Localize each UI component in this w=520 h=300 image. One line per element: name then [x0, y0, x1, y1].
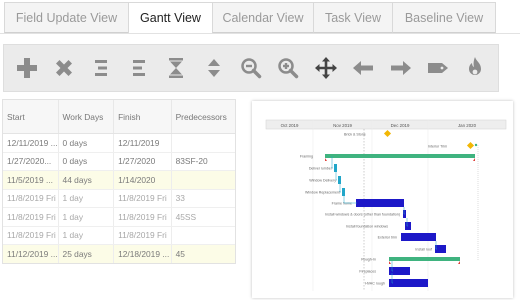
task-bar: [389, 257, 460, 261]
gantt-chart: Oct 2019 Nov 2019 Dec 2019 Jan 2020 Brick & …: [252, 101, 513, 298]
outdent-icon[interactable]: [120, 48, 157, 88]
milestone-marker: [466, 141, 475, 150]
cell-finish[interactable]: 11/8/2019 Fri: [114, 189, 172, 207]
task-label: Interior Trim: [428, 145, 447, 149]
cell-start[interactable]: 11/12/2019 ...: [3, 245, 59, 263]
grid-body: 12/11/2019 ... 0 days 12/11/2019 1/27/2020.…: [3, 134, 235, 263]
cell-finish[interactable]: 1/27/2020: [114, 152, 172, 170]
task-bar: [401, 233, 436, 241]
cell-work-days[interactable]: 44 days: [59, 171, 115, 189]
cell-work-days[interactable]: 25 days: [59, 245, 115, 263]
add-icon[interactable]: [8, 48, 45, 88]
month-label: Jan 2020: [458, 123, 477, 128]
zoom-in-icon[interactable]: [270, 48, 307, 88]
cell-start[interactable]: 11/8/2019 Fri: [3, 208, 59, 226]
zoom-out-icon[interactable]: [232, 48, 269, 88]
column-header-predecessors[interactable]: Predecessors: [172, 100, 235, 133]
collapse-icon[interactable]: [158, 48, 195, 88]
arrow-right-icon[interactable]: [382, 48, 419, 88]
cell-finish[interactable]: 12/18/2019 ...: [114, 245, 172, 263]
delete-icon[interactable]: [45, 48, 82, 88]
indent-icon[interactable]: [83, 48, 120, 88]
task-label: Rough-In: [361, 258, 376, 262]
task-label: Window Replacement: [305, 191, 340, 195]
cell-start[interactable]: 11/8/2019 Fri: [3, 226, 59, 244]
task-bar: [334, 164, 337, 172]
task-label: Frame home: [332, 202, 352, 206]
cell-start[interactable]: 11/5/2019 ...: [3, 171, 59, 189]
tab-calendar-view[interactable]: Calendar View: [212, 2, 314, 33]
cell-predecessors[interactable]: [172, 227, 235, 245]
tab-task-view[interactable]: Task View: [313, 2, 393, 33]
cell-predecessors[interactable]: [172, 134, 235, 152]
table-row[interactable]: 11/8/2019 Fri 1 day 11/8/2019 Fri: [3, 226, 235, 245]
tab-gantt-view[interactable]: Gantt View: [128, 2, 213, 34]
cell-predecessors[interactable]: 83SF-20: [172, 153, 235, 171]
column-header-work-days[interactable]: Work Days: [59, 100, 115, 133]
tab-field-update-view[interactable]: Field Update View: [4, 2, 129, 33]
column-header-finish[interactable]: Finish: [114, 100, 172, 133]
tab-baseline-view[interactable]: Baseline View: [392, 2, 496, 33]
task-label: Framing: [300, 155, 313, 159]
cell-work-days[interactable]: 0 days: [59, 152, 115, 170]
cell-work-days[interactable]: 1 day: [59, 189, 115, 207]
fire-icon[interactable]: [457, 48, 494, 88]
cell-finish[interactable]: 11/8/2019 Fri: [114, 208, 172, 226]
summary-cap-right: [473, 158, 475, 161]
expand-icon[interactable]: [195, 48, 232, 88]
cell-finish[interactable]: 1/14/2020: [114, 171, 172, 189]
cell-predecessors[interactable]: 45: [172, 245, 235, 263]
cell-work-days[interactable]: 0 days: [59, 134, 115, 152]
cell-predecessors[interactable]: [172, 171, 235, 189]
arrow-left-icon[interactable]: [345, 48, 382, 88]
column-header-start[interactable]: Start: [3, 100, 59, 133]
task-label: Exterior trim: [378, 236, 397, 240]
task-grid: Start Work Days Finish Predecessors 12/1…: [2, 99, 236, 264]
table-row[interactable]: 1/27/2020... 0 days 1/27/2020 83SF-20: [3, 152, 235, 171]
cell-finish[interactable]: 12/11/2019: [114, 134, 172, 152]
tab-divider: [0, 33, 520, 34]
task-bar: [325, 154, 475, 158]
gantt-toolbar: [3, 44, 499, 92]
task-bar: [356, 199, 404, 207]
table-row[interactable]: 12/11/2019 ... 0 days 12/11/2019: [3, 134, 235, 153]
table-row[interactable]: 11/8/2019 Fri 1 day 11/8/2019 Fri 33: [3, 189, 235, 208]
summary-cap-right: [458, 261, 460, 264]
table-row[interactable]: 11/5/2019 ... 44 days 1/14/2020: [3, 171, 235, 190]
task-label: Window Delivery: [309, 179, 336, 183]
cell-start[interactable]: 1/27/2020...: [3, 152, 59, 170]
cell-finish[interactable]: 11/8/2019 Fri: [114, 226, 172, 244]
milestone-marker: [383, 129, 392, 138]
cell-work-days[interactable]: 1 day: [59, 208, 115, 226]
milestone-link-dot: [474, 143, 478, 147]
task-label: Fireplaces: [359, 270, 376, 274]
grid-header: Start Work Days Finish Predecessors: [3, 100, 235, 134]
task-bar: [342, 188, 345, 196]
cell-predecessors[interactable]: 45SS: [172, 208, 235, 226]
task-label: Install windows & doors (other than foun…: [325, 213, 400, 217]
month-label: Oct 2019: [281, 123, 299, 128]
gantt-canvas: Oct 2019 Nov 2019 Dec 2019 Jan 2020 Brick & …: [265, 119, 507, 291]
move-icon[interactable]: [307, 48, 344, 88]
tag-icon[interactable]: [419, 48, 456, 88]
month-label: Nov 2019: [333, 123, 352, 128]
summary-cap-left: [389, 261, 391, 264]
task-label: Brick & Stone: [344, 133, 366, 137]
task-label: Install foundation windows: [346, 225, 388, 229]
task-bar: [389, 279, 428, 287]
cell-start[interactable]: 11/8/2019 Fri: [3, 189, 59, 207]
table-row[interactable]: 11/8/2019 Fri 1 day 11/8/2019 Fri 45SS: [3, 208, 235, 227]
cell-predecessors[interactable]: 33: [172, 190, 235, 208]
cell-start[interactable]: 12/11/2019 ...: [3, 134, 59, 152]
task-label: HVAC rough: [365, 282, 385, 286]
cell-work-days[interactable]: 1 day: [59, 226, 115, 244]
summary-cap-left: [325, 158, 327, 161]
task-bar: [338, 176, 341, 184]
view-tabs: Field Update View Gantt View Calendar Vi…: [4, 2, 516, 34]
table-row[interactable]: 11/12/2019 ... 25 days 12/18/2019 ... 45: [3, 245, 235, 263]
task-label: Deliver lumber: [309, 167, 333, 171]
task-label: Install roof: [415, 248, 432, 252]
month-label: Dec 2019: [391, 123, 410, 128]
